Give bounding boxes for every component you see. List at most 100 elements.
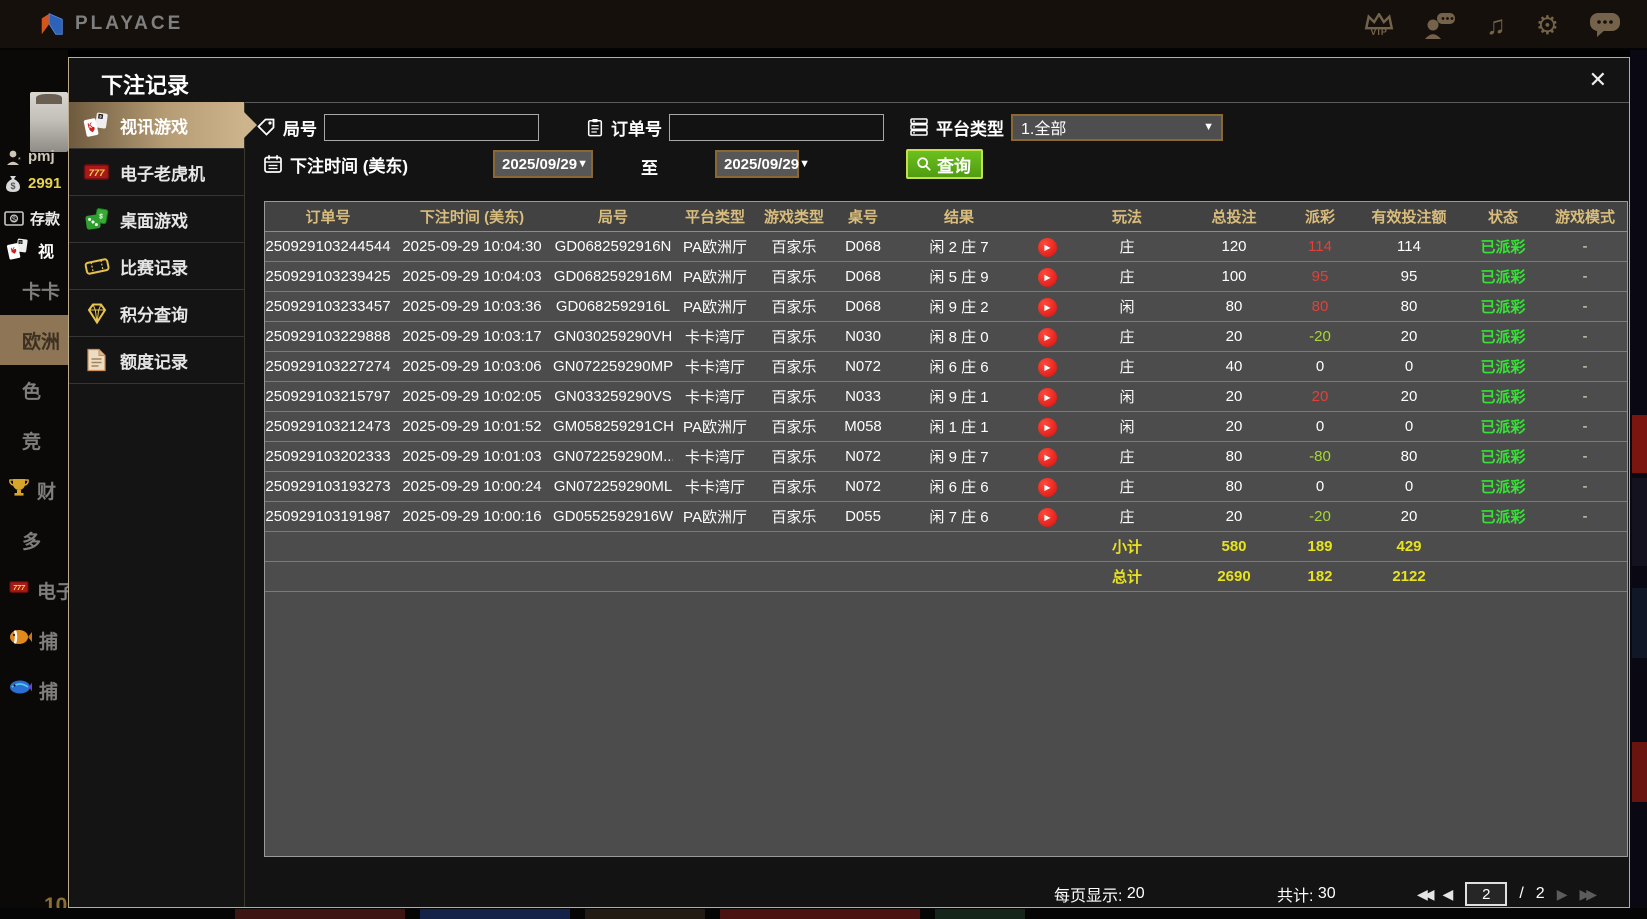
background-nav-item-1[interactable]: 欧洲: [0, 315, 68, 365]
cell-payout: 80: [1285, 298, 1355, 315]
round-input[interactable]: [324, 114, 539, 141]
cell-platform: 卡卡湾厅: [673, 326, 757, 347]
chevron-down-icon: ▼: [577, 158, 588, 170]
cell-result: 闲 1 庄 1: [895, 416, 1023, 437]
play-video-button[interactable]: ▶: [1038, 418, 1057, 437]
cell-status: 已派彩: [1463, 296, 1543, 317]
cell-valid: 95: [1355, 268, 1463, 285]
menu-item-3[interactable]: 比赛记录: [69, 243, 244, 290]
cell-total: 120: [1183, 238, 1285, 255]
order-input[interactable]: [669, 114, 884, 141]
play-video-button[interactable]: ▶: [1038, 268, 1057, 287]
cell-round: GM058259291CH: [553, 418, 673, 435]
platform-filter: 平台类型 1.全部 ▼: [909, 112, 1223, 142]
menu-item-2[interactable]: $桌面游戏: [69, 196, 244, 243]
cell-total: 20: [1183, 328, 1285, 345]
header-time: 下注时间 (美东): [391, 206, 553, 227]
background-nav-item-0[interactable]: 卡卡: [0, 265, 68, 315]
balance-row: $ 2991: [4, 173, 61, 193]
last-page-icon[interactable]: ▶▶: [1579, 886, 1593, 903]
play-video-button[interactable]: ▶: [1038, 328, 1057, 347]
cell-play: ▶: [1023, 417, 1071, 437]
menu-item-4[interactable]: 积分查询: [69, 290, 244, 337]
to-label: 至: [641, 154, 658, 179]
chat-bubbles-icon[interactable]: [1589, 12, 1621, 38]
cell-status: 已派彩: [1463, 506, 1543, 527]
play-video-button[interactable]: ▶: [1038, 298, 1057, 317]
play-video-button[interactable]: ▶: [1038, 508, 1057, 527]
table-row: 2509291031932732025-09-29 10:00:24GN0722…: [265, 472, 1627, 502]
deposit-row[interactable]: $ 存款: [4, 208, 60, 229]
brand-logo[interactable]: PLAYACE: [38, 10, 183, 38]
video-tab-row[interactable]: 9K 视: [6, 238, 54, 262]
page-input[interactable]: [1465, 882, 1507, 906]
platform-label: 平台类型: [936, 115, 1004, 140]
cell-total: 80: [1183, 448, 1285, 465]
background-nav-item-2[interactable]: 色: [0, 365, 68, 415]
background-nav-item-8[interactable]: 捕: [0, 665, 68, 715]
document-icon: [83, 348, 110, 372]
cell-order: 250929103212473: [265, 418, 391, 435]
cell-payout: -20: [1285, 328, 1355, 345]
music-icon[interactable]: ♫: [1486, 12, 1506, 38]
background-nav-label: 捕: [39, 627, 58, 654]
mini-cards-icon: 9K: [6, 238, 32, 262]
menu-item-5[interactable]: 额度记录: [69, 337, 244, 384]
cell-mode: -: [1543, 388, 1627, 405]
cell-table: D068: [831, 298, 895, 315]
next-page-icon[interactable]: ▶: [1557, 886, 1568, 903]
cell-status: 已派彩: [1463, 266, 1543, 287]
background-nav-item-6[interactable]: 777电子: [0, 565, 68, 615]
menu-item-0[interactable]: 9K视讯游戏: [69, 102, 244, 149]
cell-platform: 卡卡湾厅: [673, 446, 757, 467]
table-row: 2509291032124732025-09-29 10:01:52GM0582…: [265, 412, 1627, 442]
video-tab-label: 视: [38, 238, 54, 262]
vip-icon[interactable]: VIP: [1364, 13, 1394, 37]
background-nav-item-4[interactable]: 财: [0, 465, 68, 515]
header-result: 结果: [895, 206, 1023, 227]
cell-table: D055: [831, 508, 895, 525]
date-from-picker[interactable]: 2025/09/29 ▼: [493, 150, 593, 178]
svg-text:$: $: [12, 216, 16, 223]
background-nav-item-5[interactable]: 多: [0, 515, 68, 565]
cards-icon: 9K: [83, 112, 110, 138]
play-video-button[interactable]: ▶: [1038, 478, 1057, 497]
cell-game: 百家乐: [757, 236, 831, 257]
header-round: 局号: [553, 206, 673, 227]
date-to-picker[interactable]: 2025/09/29 ▼: [715, 150, 799, 178]
cell-status: 已派彩: [1463, 356, 1543, 377]
support-chat-icon[interactable]: [1424, 11, 1456, 39]
date-from-value: 2025/09/29: [502, 156, 577, 173]
prev-page-icon[interactable]: ◀: [1443, 886, 1454, 903]
cell-valid: 0: [1355, 358, 1463, 375]
menu-item-1[interactable]: 777电子老虎机: [69, 149, 244, 196]
cell-order: 250929103191987: [265, 508, 391, 525]
bet-records-table: 订单号下注时间 (美东)局号平台类型游戏类型桌号结果玩法总投注派彩有效投注额状态…: [264, 201, 1628, 857]
grand-total-row-bet: 总计: [1071, 566, 1183, 587]
cell-mode: -: [1543, 238, 1627, 255]
menu-item-label: 桌面游戏: [120, 207, 188, 232]
close-icon[interactable]: ✕: [1589, 67, 1607, 93]
page-separator: /: [1519, 885, 1523, 903]
cell-game: 百家乐: [757, 266, 831, 287]
platform-select[interactable]: 1.全部 ▼: [1011, 114, 1223, 141]
background-nav-item-7[interactable]: 捕: [0, 615, 68, 665]
cell-bet: 庄: [1071, 326, 1183, 347]
avatar[interactable]: [30, 92, 68, 152]
cell-round: GD0682592916L: [553, 298, 673, 315]
diamond-icon: [83, 301, 110, 325]
cell-mode: -: [1543, 508, 1627, 525]
first-page-icon[interactable]: ◀◀: [1417, 886, 1431, 903]
play-video-button[interactable]: ▶: [1038, 358, 1057, 377]
background-nav-item-3[interactable]: 竞: [0, 415, 68, 465]
cell-payout: -20: [1285, 508, 1355, 525]
settings-gear-icon[interactable]: ⚙: [1536, 12, 1559, 38]
topbar-icons: VIP ♫ ⚙: [1364, 6, 1621, 44]
play-video-button[interactable]: ▶: [1038, 448, 1057, 467]
cell-bet: 庄: [1071, 446, 1183, 467]
cell-time: 2025-09-29 10:03:06: [391, 358, 553, 375]
play-video-button[interactable]: ▶: [1038, 388, 1057, 407]
bet-time-filter: 下注时间 (美东): [263, 149, 408, 179]
search-button[interactable]: 查询: [906, 149, 983, 179]
play-video-button[interactable]: ▶: [1038, 238, 1057, 257]
